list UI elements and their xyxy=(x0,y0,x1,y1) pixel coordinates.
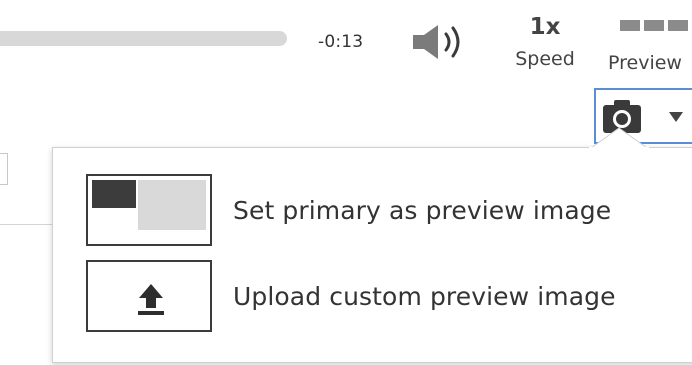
background-divider xyxy=(0,224,52,225)
speed-label: Speed xyxy=(515,48,575,70)
speed-button[interactable]: 1x Speed xyxy=(500,12,590,82)
menu-item-set-primary-preview[interactable]: Set primary as preview image xyxy=(86,174,692,248)
video-player-toolbar: -0:13 1x Speed Preview Set primary as pr… xyxy=(0,0,692,365)
menu-item-upload-custom-preview[interactable]: Upload custom preview image xyxy=(86,260,692,334)
preview-image-menu: Set primary as preview image Upload cust… xyxy=(52,147,692,363)
primary-preview-thumbnail-icon xyxy=(86,174,212,246)
dropdown-pointer xyxy=(589,127,649,149)
caret-down-icon xyxy=(669,112,683,122)
volume-button[interactable] xyxy=(410,22,470,62)
preview-button[interactable]: Preview xyxy=(602,12,692,82)
menu-item-label: Set primary as preview image xyxy=(233,196,612,225)
upload-thumbnail-frame xyxy=(86,260,212,332)
speed-value: 1x xyxy=(529,14,561,40)
background-field-edge xyxy=(0,153,8,185)
time-remaining: -0:13 xyxy=(318,32,364,52)
menu-item-label: Upload custom preview image xyxy=(233,282,616,311)
playback-progress-bar[interactable] xyxy=(0,31,287,46)
preview-label: Preview xyxy=(608,52,682,74)
upload-icon xyxy=(138,284,164,315)
preview-squares-icon xyxy=(620,16,692,31)
speaker-icon xyxy=(413,25,460,59)
